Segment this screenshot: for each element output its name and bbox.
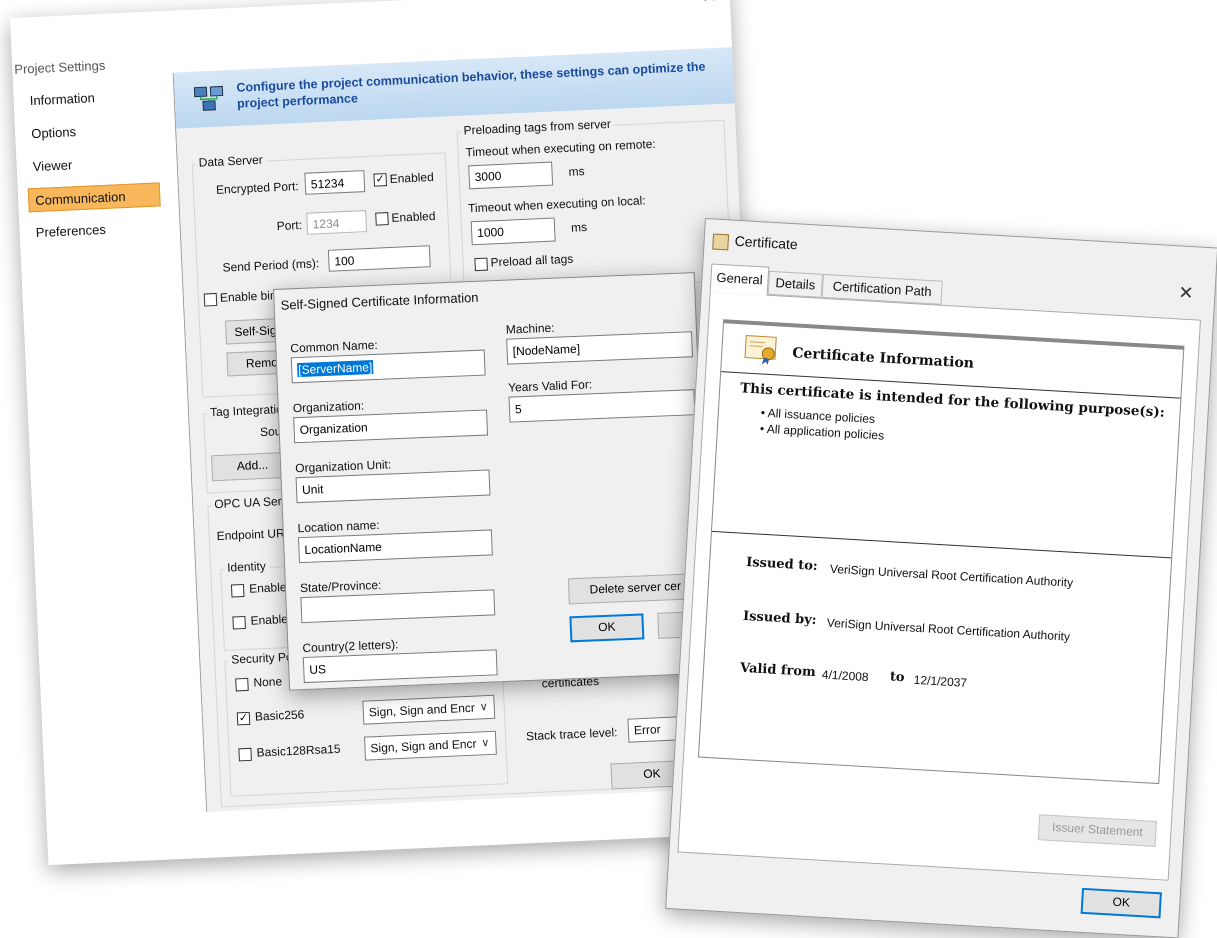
sidebar-item-preferences[interactable]: Preferences: [29, 215, 162, 245]
years-valid-label: Years Valid For:: [507, 377, 593, 395]
issued-to-value: VeriSign Universal Root Certification Au…: [829, 561, 1074, 590]
sidebar-item-options[interactable]: Options: [25, 116, 158, 146]
chevron-down-icon: ∨: [479, 701, 489, 714]
basic256-mode-value: Sign, Sign and Encr: [368, 700, 476, 720]
certificate-icon: [744, 335, 782, 367]
timeout-remote-unit: ms: [568, 164, 585, 179]
self-signed-dialog: Self-Signed Certificate Information Comm…: [273, 272, 711, 691]
issued-divider: [711, 530, 1172, 559]
certificate-window-icon: [712, 233, 730, 251]
policy-none-checkbox[interactable]: [235, 677, 249, 692]
location-label: Location name:: [297, 517, 380, 536]
enable-user-checkbox[interactable]: [232, 615, 246, 630]
valid-to-label: to: [889, 669, 905, 686]
valid-to-value: 12/1/2037: [913, 672, 968, 690]
organization-unit-label: Organization Unit:: [294, 457, 392, 476]
encrypted-port-input[interactable]: 51234: [304, 170, 366, 195]
basic128-mode-value: Sign, Sign and Encr: [370, 736, 477, 756]
general-tab-page: Certificate Information This certificate…: [677, 291, 1201, 881]
certificate-close-icon[interactable]: ✕: [1178, 282, 1194, 304]
state-label: State/Province:: [299, 577, 382, 596]
banner-text: Configure the project communication beha…: [236, 59, 706, 111]
policy-none-label: None: [253, 674, 283, 690]
port-enabled-label: Enabled: [391, 208, 436, 225]
encrypted-port-enabled-label: Enabled: [389, 169, 435, 186]
project-settings-title: Project Settings: [13, 57, 106, 77]
policy-basic256-checkbox[interactable]: ✓: [236, 711, 251, 726]
machine-input[interactable]: [NodeName]: [506, 331, 694, 365]
port-label: Port:: [276, 217, 303, 234]
organization-input[interactable]: Organization: [293, 409, 489, 444]
self-signed-ok-button[interactable]: OK: [569, 613, 645, 643]
timeout-local-input[interactable]: 1000: [470, 217, 556, 246]
sidebar-item-information[interactable]: Information: [23, 83, 156, 113]
issued-to-label: Issued to:: [745, 554, 819, 575]
sidebar-item-communication[interactable]: Communication: [27, 182, 161, 213]
timeout-local-unit: ms: [570, 220, 588, 235]
certificate-title: Certificate: [734, 232, 799, 253]
valid-from-label: Valid from: [739, 660, 817, 681]
issued-by-label: Issued by:: [742, 608, 817, 629]
encrypted-port-enabled-checkbox[interactable]: ✓: [373, 173, 388, 187]
country-input[interactable]: US: [302, 649, 498, 684]
preload-all-checkbox[interactable]: [474, 257, 488, 272]
issued-by-value: VeriSign Universal Root Certification Au…: [826, 615, 1071, 644]
country-label: Country(2 letters):: [302, 637, 399, 656]
location-input[interactable]: LocationName: [297, 529, 493, 564]
identity-title: Identity: [223, 558, 270, 575]
chevron-down-icon: ∨: [481, 737, 490, 750]
sidebar-item-viewer[interactable]: Viewer: [26, 149, 159, 179]
valid-from-value: 4/1/2008: [821, 667, 869, 685]
tab-details[interactable]: Details: [767, 270, 823, 298]
common-name-input[interactable]: [ServerName]: [290, 349, 486, 384]
issuer-statement-label: Issuer Statement: [1051, 820, 1144, 840]
binary-control-checkbox[interactable]: [203, 292, 218, 307]
stack-trace-value: Error: [633, 722, 661, 738]
close-icon[interactable]: ✕: [701, 0, 717, 8]
network-computers-icon: [192, 82, 225, 115]
common-name-value: [ServerName]: [296, 360, 374, 378]
issuer-statement-button[interactable]: Issuer Statement: [1037, 814, 1158, 847]
state-input[interactable]: [300, 589, 496, 624]
port-input[interactable]: 1234: [306, 210, 368, 235]
send-period-input[interactable]: 100: [327, 245, 431, 272]
organization-label: Organization:: [292, 398, 365, 416]
policy-basic256-label: Basic256: [254, 707, 305, 724]
enable-anonymous-checkbox[interactable]: [230, 583, 245, 598]
years-valid-input[interactable]: 5: [508, 389, 696, 423]
tab-general[interactable]: General: [709, 263, 770, 296]
port-enabled-checkbox[interactable]: [375, 212, 389, 226]
certificate-info-heading: Certificate Information: [791, 345, 975, 372]
common-name-label: Common Name:: [290, 337, 378, 356]
certificate-dialog: Certificate ✕ General Details Certificat…: [665, 218, 1217, 938]
certificate-ok-button[interactable]: OK: [1080, 887, 1162, 919]
certificate-info-box: Certificate Information This certificate…: [697, 319, 1185, 785]
policy-basic128-checkbox[interactable]: [238, 747, 252, 762]
machine-label: Machine:: [505, 320, 555, 337]
organization-unit-input[interactable]: Unit: [295, 469, 491, 504]
banner: Configure the project communication beha…: [173, 47, 735, 129]
self-signed-title: Self-Signed Certificate Information: [280, 289, 479, 313]
timeout-remote-input[interactable]: 3000: [468, 161, 554, 190]
